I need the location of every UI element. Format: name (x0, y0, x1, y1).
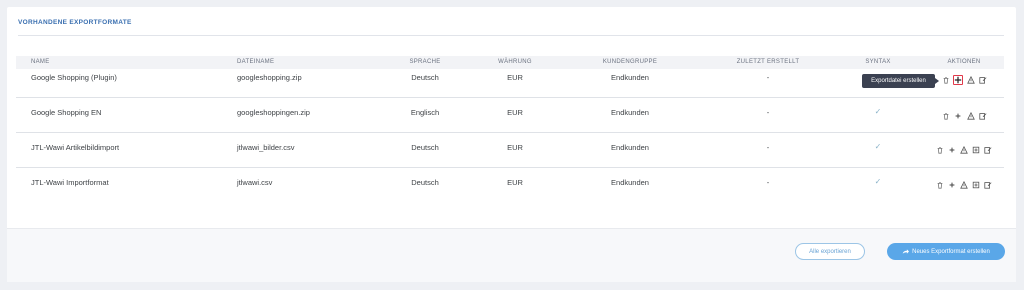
download-icon[interactable] (971, 180, 981, 190)
delete-icon[interactable] (935, 145, 945, 155)
warning-icon[interactable] (959, 180, 969, 190)
cell-waehrung: EUR (507, 143, 523, 152)
cell-sprache: Deutsch (411, 73, 439, 82)
cell-zuletzt: - (766, 108, 770, 117)
export-formats-card: VORHANDENE EXPORTFORMATE NAME DATEINAME … (7, 7, 1016, 282)
cell-zuletzt: - (766, 178, 770, 187)
cell-waehrung: EUR (507, 73, 523, 82)
cell-sprache: Deutsch (411, 143, 439, 152)
cell-zuletzt: - (766, 143, 770, 152)
divider (18, 35, 1004, 36)
cell-kundengruppe: Endkunden (611, 108, 649, 117)
delete-icon[interactable] (941, 111, 951, 121)
cell-dateiname: googleshoppingen.zip (237, 108, 310, 117)
edit-icon[interactable] (978, 111, 988, 121)
cell-waehrung: EUR (507, 108, 523, 117)
create-export-icon[interactable] (947, 145, 957, 155)
create-export-icon[interactable] (953, 75, 963, 85)
warning-icon[interactable] (966, 111, 976, 121)
edit-icon[interactable] (978, 75, 988, 85)
create-export-icon[interactable] (953, 111, 963, 121)
cell-sprache: Englisch (410, 108, 440, 117)
card-footer: Alle exportieren Neues Exportformat erst… (7, 228, 1016, 282)
table-row: JTL-Wawi Importformat jtlwawi.csv Deutsc… (16, 168, 1004, 203)
download-icon[interactable] (971, 145, 981, 155)
cell-name: Google Shopping EN (31, 108, 102, 117)
warning-icon[interactable] (966, 75, 976, 85)
new-format-label: Neues Exportformat erstellen (912, 248, 990, 255)
cell-name: Google Shopping (Plugin) (31, 73, 117, 82)
share-arrow-icon (902, 249, 910, 254)
cell-name: JTL-Wawi Importformat (31, 178, 109, 187)
syntax-ok-icon: ✓ (874, 107, 882, 116)
create-export-icon[interactable] (947, 180, 957, 190)
edit-icon[interactable] (983, 145, 993, 155)
syntax-ok-icon: ✓ (874, 177, 882, 186)
cell-dateiname: googleshopping.zip (237, 73, 302, 82)
cell-sprache: Deutsch (411, 178, 439, 187)
cell-kundengruppe: Endkunden (611, 178, 649, 187)
delete-icon[interactable] (935, 180, 945, 190)
cell-kundengruppe: Endkunden (611, 73, 649, 82)
cell-dateiname: jtlwawi.csv (237, 178, 273, 187)
cell-name: JTL-Wawi Artikelbildimport (31, 143, 120, 152)
delete-icon[interactable] (941, 75, 951, 85)
new-format-button[interactable]: Neues Exportformat erstellen (887, 243, 1005, 260)
cell-kundengruppe: Endkunden (611, 143, 649, 152)
table-row: JTL-Wawi Artikelbildimport jtlwawi_bilde… (16, 133, 1004, 168)
tooltip: Exportdatei erstellen (862, 74, 939, 88)
cell-waehrung: EUR (507, 178, 523, 187)
warning-icon[interactable] (959, 145, 969, 155)
section-title: VORHANDENE EXPORTFORMATE (18, 19, 132, 26)
table-row: Google Shopping (Plugin) googleshopping.… (16, 63, 1004, 98)
cell-dateiname: jtlwawi_bilder.csv (237, 143, 295, 152)
table-row: Google Shopping EN googleshoppingen.zip … (16, 98, 1004, 133)
cell-zuletzt: - (766, 73, 770, 82)
export-all-button[interactable]: Alle exportieren (795, 243, 865, 260)
syntax-ok-icon: ✓ (874, 142, 882, 151)
edit-icon[interactable] (983, 180, 993, 190)
